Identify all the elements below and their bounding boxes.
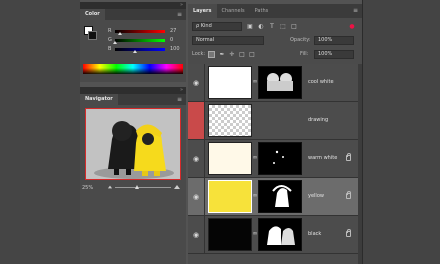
collapse-icon[interactable]: » xyxy=(180,2,183,9)
slider-label: R xyxy=(108,28,112,34)
layer-row[interactable]: ◉ ∞ black xyxy=(188,216,362,254)
tab-paths[interactable]: Paths xyxy=(250,4,274,18)
layer-mask-thumbnail[interactable] xyxy=(258,218,302,251)
slider-value[interactable]: 100 xyxy=(170,46,180,53)
slider-thumb[interactable] xyxy=(133,50,137,53)
layers-panel: Layers Channels Paths ≡ ρ Kind ▣ ◐ T ⬚ □… xyxy=(188,4,362,264)
layer-row[interactable]: ◉ ∞ yellow xyxy=(188,178,362,216)
tab-color[interactable]: Color xyxy=(80,9,105,20)
background-color-swatch[interactable] xyxy=(88,31,97,40)
blend-mode-dropdown[interactable]: Normal xyxy=(192,36,264,45)
slider-track[interactable] xyxy=(115,39,165,42)
slider-value[interactable]: 27 xyxy=(170,28,176,35)
layer-mask-thumbnail[interactable] xyxy=(258,66,302,99)
visibility-toggle[interactable]: ◉ xyxy=(188,64,205,101)
tab-navigator[interactable]: Navigator xyxy=(80,94,118,105)
visibility-toggle[interactable]: ◉ xyxy=(188,140,205,177)
lock-icon xyxy=(346,191,351,199)
filter-kind-dropdown[interactable]: ρ Kind xyxy=(192,22,242,31)
layer-thumbnail[interactable] xyxy=(208,142,252,175)
layer-name[interactable]: warm white xyxy=(308,140,337,177)
layers-scrollbar[interactable] xyxy=(358,64,362,264)
lock-label: Lock: xyxy=(192,51,206,57)
slider-value[interactable]: 0 xyxy=(170,37,173,44)
fill-label: Fill: xyxy=(300,51,309,57)
left-gutter xyxy=(0,0,80,264)
opacity-field[interactable]: 100% xyxy=(314,36,354,45)
tab-layers[interactable]: Layers xyxy=(188,4,217,18)
layer-name[interactable]: cool white xyxy=(308,64,334,101)
layers-list: ◉ ∞ cool white drawing ◉ ∞ warm white ◉ ∞ yellow ◉… xyxy=(188,64,362,264)
filter-shape-icon[interactable]: ⬚ xyxy=(279,22,287,31)
panel-menu-icon[interactable]: ≡ xyxy=(177,94,182,105)
navigator-titlebar[interactable]: » xyxy=(80,87,186,94)
layer-filter-row: ρ Kind ▣ ◐ T ⬚ □ ● xyxy=(188,21,362,32)
eye-icon: ◉ xyxy=(192,231,200,239)
slider-track[interactable] xyxy=(115,48,165,51)
layer-thumbnail[interactable] xyxy=(208,180,252,213)
navigator-tabbar: Navigator ≡ xyxy=(80,94,186,105)
lock-all-icon[interactable]: □ xyxy=(248,50,256,59)
lock-icon xyxy=(346,229,351,237)
lock-transparency-icon[interactable] xyxy=(208,51,215,58)
layer-row[interactable]: ◉ ∞ cool white xyxy=(188,64,362,102)
slider-label: G xyxy=(108,37,112,43)
lock-image-icon[interactable]: ✒ xyxy=(218,50,226,59)
lock-fill-row: Lock: ✒ ✛ □ □ Fill: 100% xyxy=(188,49,362,60)
layer-row[interactable]: ◉ ∞ warm white xyxy=(188,140,362,178)
zoom-slider-thumb[interactable] xyxy=(135,185,139,189)
layer-mask-thumbnail[interactable] xyxy=(258,142,302,175)
visibility-toggle[interactable] xyxy=(188,102,205,139)
color-panel-titlebar[interactable]: » xyxy=(80,2,186,9)
layers-tabbar: Layers Channels Paths ≡ xyxy=(188,4,362,18)
zoom-control: 25% xyxy=(80,184,186,192)
right-gutter xyxy=(362,0,440,264)
eye-icon: ◉ xyxy=(192,155,200,163)
color-panel: » Color ≡ R 27 G 0 B 100 xyxy=(80,2,186,82)
slider-row: G0 xyxy=(108,37,184,44)
opacity-label: Opacity: xyxy=(290,37,311,43)
zoom-in-icon[interactable] xyxy=(174,185,180,189)
zoom-value[interactable]: 25% xyxy=(82,184,93,192)
zoom-slider-track[interactable] xyxy=(115,187,171,188)
collapse-icon[interactable]: » xyxy=(180,87,183,94)
lock-artboard-icon[interactable]: □ xyxy=(238,50,246,59)
zoom-out-icon[interactable] xyxy=(107,185,113,189)
filter-pixel-icon[interactable]: ▣ xyxy=(246,22,254,31)
color-tabbar: Color ≡ xyxy=(80,9,186,20)
slider-track[interactable] xyxy=(115,30,165,33)
layer-name[interactable]: yellow xyxy=(308,178,324,215)
slider-row: R 27 xyxy=(108,28,184,35)
color-spectrum-ramp[interactable] xyxy=(83,64,183,74)
layer-thumbnail[interactable] xyxy=(208,218,252,251)
tab-channels[interactable]: Channels xyxy=(217,4,250,18)
filter-smartobject-icon[interactable]: □ xyxy=(290,22,298,31)
layer-thumbnail[interactable] xyxy=(208,66,252,99)
slider-label: B xyxy=(108,46,112,52)
eye-icon: ◉ xyxy=(192,193,200,201)
navigator-preview[interactable] xyxy=(85,108,181,180)
layer-thumbnail[interactable] xyxy=(208,104,252,137)
panel-menu-icon[interactable]: ≡ xyxy=(177,9,182,20)
navigator-panel: » Navigator ≡ 25% xyxy=(80,87,186,264)
slider-thumb[interactable] xyxy=(118,32,122,35)
layer-name[interactable]: drawing xyxy=(308,102,328,139)
visibility-toggle[interactable]: ◉ xyxy=(188,216,205,253)
fill-field[interactable]: 100% xyxy=(314,50,354,59)
lock-position-icon[interactable]: ✛ xyxy=(228,50,236,59)
navigator-preview-image xyxy=(86,109,180,179)
slider-thumb[interactable] xyxy=(113,41,117,44)
filter-toggle-icon[interactable]: ● xyxy=(348,22,356,31)
layer-row[interactable]: drawing xyxy=(188,102,362,140)
visibility-toggle[interactable]: ◉ xyxy=(188,178,205,215)
blend-opacity-row: Normal Opacity: 100% xyxy=(188,35,362,46)
filter-adjustment-icon[interactable]: ◐ xyxy=(257,22,265,31)
lock-icon xyxy=(346,153,351,161)
eye-icon: ◉ xyxy=(192,79,200,87)
filter-type-icon[interactable]: T xyxy=(268,22,276,31)
layer-mask-thumbnail[interactable] xyxy=(258,180,302,213)
panel-menu-icon[interactable]: ≡ xyxy=(353,4,358,18)
layer-name[interactable]: black xyxy=(308,216,321,253)
slider-row: B 100 xyxy=(108,46,184,53)
